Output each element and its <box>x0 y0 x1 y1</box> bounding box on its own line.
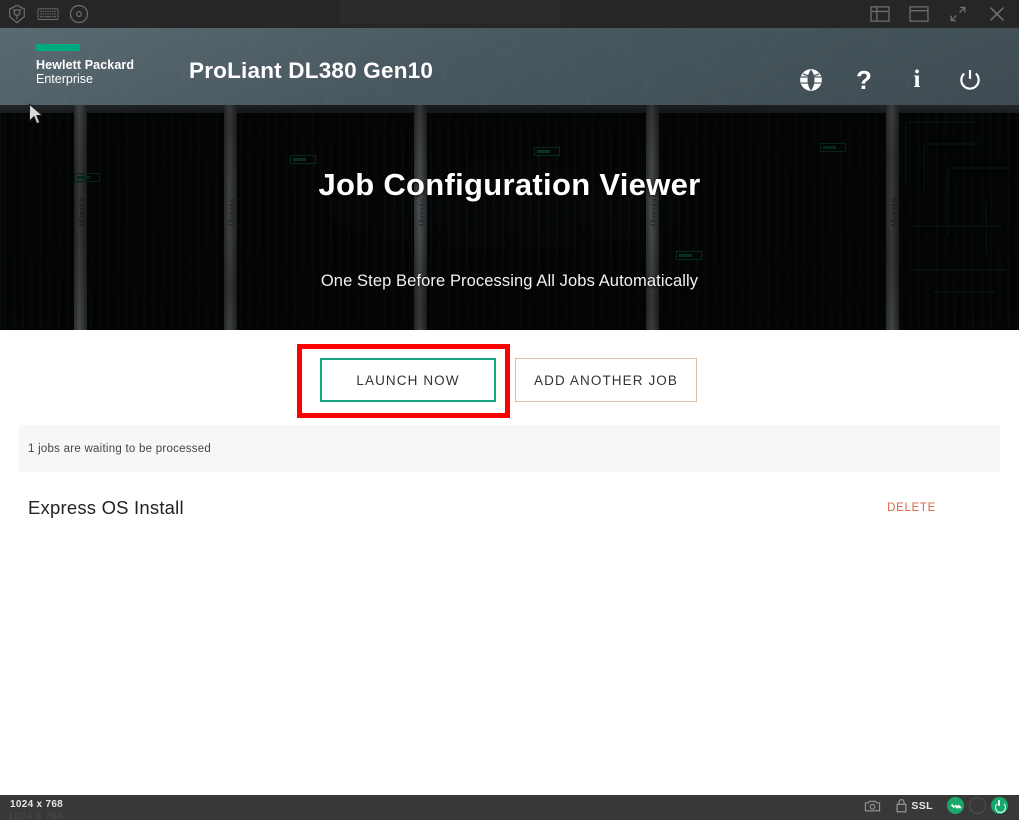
jobs-status-strip: 1 jobs are waiting to be processed <box>19 425 1000 472</box>
help-icon[interactable]: ? <box>851 67 877 93</box>
hero-banner: Synergy Synergy Synergy Synergy Synergy <box>0 105 1019 330</box>
keyboard-icon[interactable] <box>37 3 59 25</box>
hpe-logo: Hewlett Packard Enterprise <box>36 44 134 86</box>
clipped-status-left: 1024 x 768 <box>8 810 64 820</box>
action-bar: LAUNCH NOW ADD ANOTHER JOB <box>0 344 1019 418</box>
brand-line-2: Enterprise <box>36 72 93 86</box>
fullscreen-icon[interactable] <box>947 3 969 25</box>
layout-panel-icon[interactable] <box>869 3 891 25</box>
list-item[interactable]: Express OS Install DELETE <box>0 472 1019 543</box>
console-toolbar <box>0 0 1019 28</box>
window-icon[interactable] <box>908 3 930 25</box>
health-leds <box>947 797 1008 814</box>
mouse-cursor <box>28 103 44 127</box>
brand-line-1: Hewlett Packard <box>36 58 135 72</box>
hero-background-image: Synergy Synergy Synergy Synergy Synergy <box>0 105 1019 330</box>
header-actions: ? i <box>798 67 983 93</box>
hero-subtitle: One Step Before Processing All Jobs Auto… <box>320 272 699 290</box>
inactive-led <box>969 797 986 814</box>
toolbar-panel-divider <box>340 0 560 24</box>
info-icon[interactable]: i <box>904 67 930 93</box>
language-globe-icon[interactable] <box>798 67 824 93</box>
ssl-label: SSL <box>911 799 933 812</box>
jobs-status-message: 1 jobs are waiting to be processed <box>28 442 212 455</box>
hpe-logo-bar <box>36 44 80 51</box>
console-statusbar: 1024 x 768 1024 x 768 SSL <box>0 795 1019 820</box>
add-another-job-button[interactable]: ADD ANOTHER JOB <box>515 358 697 402</box>
ssl-indicator: SSL <box>895 798 933 813</box>
power-on-led[interactable] <box>991 797 1008 814</box>
job-name: Express OS Install <box>28 496 184 518</box>
disc-icon[interactable] <box>68 3 90 25</box>
delete-job-button[interactable]: DELETE <box>887 502 936 514</box>
launch-now-button[interactable]: LAUNCH NOW <box>320 358 496 402</box>
lock-icon <box>895 798 908 813</box>
product-title: ProLiant DL380 Gen10 <box>189 58 434 83</box>
resolution-label: 1024 x 768 <box>10 799 64 810</box>
camera-icon[interactable] <box>864 797 881 814</box>
health-ok-led <box>947 797 964 814</box>
remote-console-window: Hewlett Packard Enterprise ProLiant DL38… <box>0 0 1019 820</box>
job-list: Express OS Install DELETE <box>0 472 1019 543</box>
close-icon[interactable] <box>986 3 1008 25</box>
hero-title: Job Configuration Viewer <box>318 167 701 202</box>
power-icon[interactable] <box>957 67 983 93</box>
virtual-media-shield-icon[interactable] <box>6 3 28 25</box>
hpe-header: Hewlett Packard Enterprise ProLiant DL38… <box>0 28 1019 105</box>
